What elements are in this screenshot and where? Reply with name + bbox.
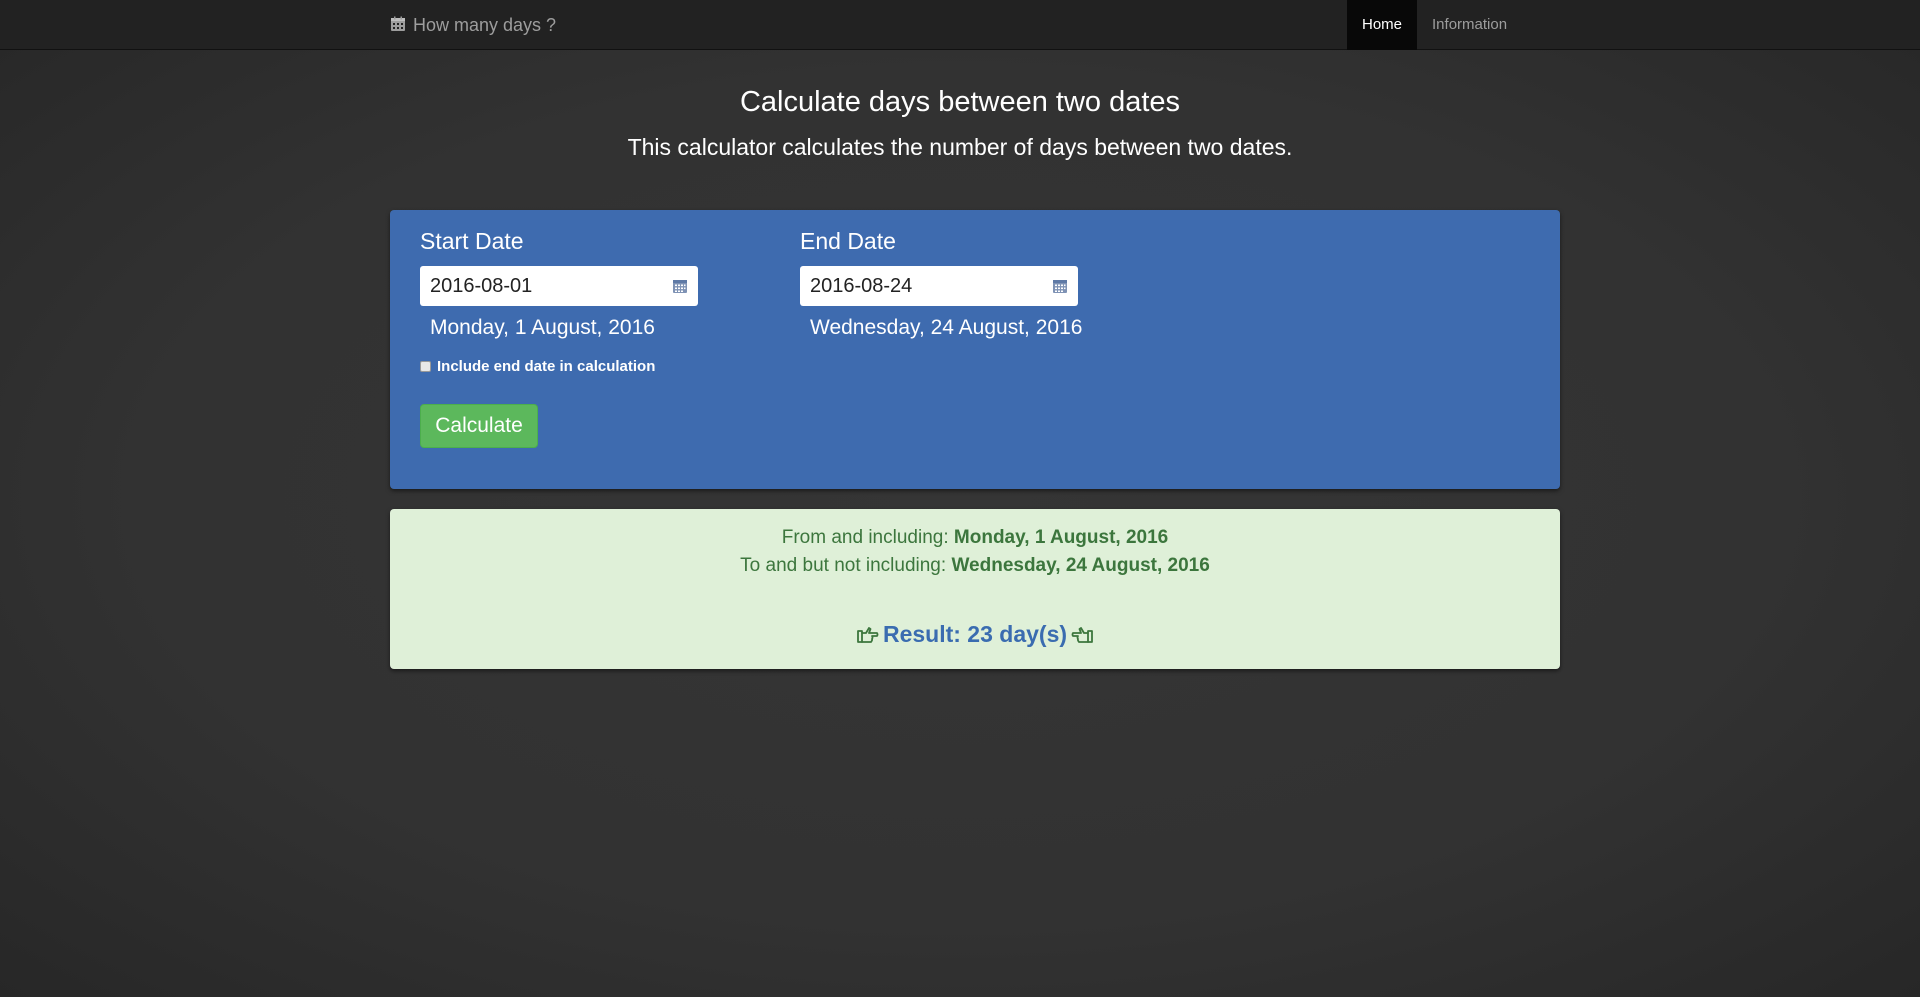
result-from-prefix: From and including:	[781, 527, 949, 548]
navbar: How many days ? Home Information	[0, 0, 1920, 50]
include-end-date-label[interactable]: Include end date in calculation	[437, 358, 655, 375]
calendar-icon[interactable]	[1052, 278, 1068, 294]
calendar-icon[interactable]	[672, 278, 688, 294]
page-subtitle: This calculator calculates the number of…	[627, 134, 1293, 160]
start-date-label: Start Date	[420, 228, 524, 254]
brand-label: How many days ?	[413, 14, 557, 35]
result-panel: From and including: Monday, 1 August, 20…	[390, 509, 1560, 669]
start-date-readable: Monday, 1 August, 2016	[430, 316, 655, 339]
calendar-icon	[391, 16, 405, 31]
nav-menu: Home Information	[1347, 0, 1522, 50]
end-date-input[interactable]: 2016-08-24	[800, 266, 1078, 306]
include-end-date-checkbox[interactable]	[420, 361, 431, 372]
result-summary-text: Result: 23 day(s)	[882, 621, 1068, 647]
result-from-line: From and including: Monday, 1 August, 20…	[390, 527, 1560, 549]
nav-item-home[interactable]: Home	[1347, 0, 1418, 50]
result-summary: Result: 23 day(s)	[390, 621, 1560, 648]
result-to-prefix: To and but not including:	[740, 555, 947, 576]
end-date-value: 2016-08-24	[810, 275, 913, 297]
result-from-value: Monday, 1 August, 2016	[953, 527, 1169, 548]
include-end-date-row: Include end date in calculation	[420, 358, 655, 375]
calculate-button[interactable]: Calculate	[420, 404, 538, 448]
hand-pointing-left-icon	[1071, 626, 1093, 643]
start-date-input[interactable]: 2016-08-01	[420, 266, 698, 306]
result-to-line: To and but not including: Wednesday, 24 …	[390, 555, 1560, 577]
hand-pointing-right-icon	[857, 626, 879, 643]
end-date-label: End Date	[800, 228, 896, 254]
start-date-value: 2016-08-01	[430, 275, 533, 297]
calculator-panel: Start Date 2016-08-01 Monday, 1 August, …	[390, 210, 1560, 489]
page-title: Calculate days between two dates	[739, 86, 1181, 118]
result-to-value: Wednesday, 24 August, 2016	[951, 555, 1210, 576]
nav-item-information[interactable]: Information	[1417, 0, 1522, 50]
brand-link[interactable]: How many days ?	[390, 0, 556, 50]
end-date-readable: Wednesday, 24 August, 2016	[810, 316, 1083, 339]
